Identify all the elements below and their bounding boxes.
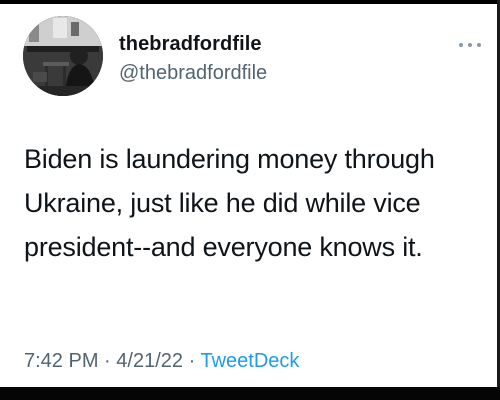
tweet-text: Biden is laundering money through Ukrain… — [24, 144, 435, 262]
more-dot — [477, 43, 481, 47]
screen-bottom-edge — [0, 387, 500, 400]
meta-separator: · — [188, 350, 196, 372]
user-handle[interactable]: @thebradfordfile — [119, 62, 267, 85]
more-horizontal-icon[interactable] — [459, 40, 481, 50]
meta-separator: · — [104, 350, 111, 372]
tweet-metadata: 7:42 PM · 4/21/22 · TweetDeck — [24, 350, 299, 373]
tweet-time[interactable]: 7:42 PM — [24, 350, 98, 372]
tweet-card[interactable]: thebradfordfile @thebradfordfile Biden i… — [0, 4, 497, 387]
more-dot — [468, 43, 472, 47]
tweet-source-link[interactable]: TweetDeck — [200, 350, 299, 372]
tweet-date[interactable]: 4/21/22 — [116, 350, 183, 372]
display-name[interactable]: thebradfordfile — [119, 33, 262, 56]
avatar-photo — [23, 16, 103, 96]
more-dot — [459, 43, 463, 47]
avatar[interactable] — [23, 16, 103, 96]
